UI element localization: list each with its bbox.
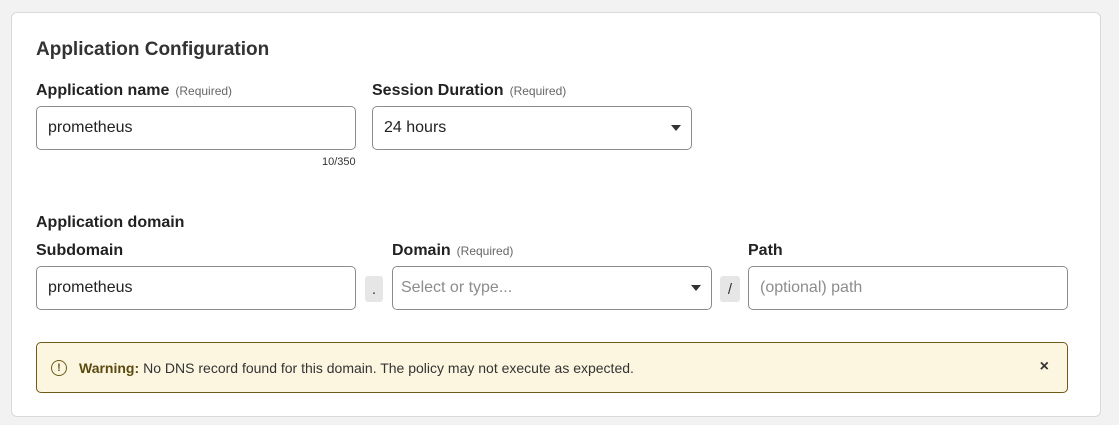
domain-placeholder: Select or type...	[401, 279, 513, 296]
domain-required: (Required)	[456, 244, 514, 258]
session-duration-select[interactable]: 24 hours	[372, 106, 692, 150]
subdomain-input[interactable]: prometheus	[36, 266, 356, 310]
dot-separator: .	[365, 276, 383, 302]
warning-message: No DNS record found for this domain. The…	[143, 359, 634, 376]
app-name-label-text: Application name	[36, 82, 170, 99]
close-icon[interactable]: ×	[1040, 358, 1049, 376]
path-label: Path	[748, 242, 783, 259]
section-title: Application Configuration	[36, 39, 270, 60]
domain-select[interactable]: Select or type...	[392, 266, 712, 310]
domain-label-text: Domain	[392, 242, 451, 259]
slash-separator: /	[720, 276, 740, 302]
application-configuration-card: Application Configuration Application na…	[11, 12, 1101, 417]
session-duration-label: Session Duration (Required)	[372, 82, 566, 100]
session-duration-required: (Required)	[509, 84, 567, 98]
dns-warning-banner: ! Warning: No DNS record found for this …	[36, 342, 1068, 393]
domain-label: Domain (Required)	[392, 242, 513, 260]
path-input[interactable]: (optional) path	[748, 266, 1068, 310]
warning-title: Warning:	[79, 359, 140, 376]
subdomain-value: prometheus	[48, 279, 133, 296]
chevron-down-icon	[691, 285, 701, 291]
app-name-required: (Required)	[175, 84, 233, 98]
subdomain-label: Subdomain	[36, 242, 124, 259]
app-name-label: Application name (Required)	[36, 82, 232, 100]
warning-icon: !	[51, 359, 67, 376]
chevron-down-icon	[671, 125, 681, 131]
application-domain-label: Application domain	[36, 214, 185, 231]
session-duration-value: 24 hours	[384, 119, 447, 136]
app-name-value: prometheus	[48, 119, 133, 136]
session-duration-label-text: Session Duration	[372, 82, 504, 99]
path-placeholder: (optional) path	[760, 279, 863, 296]
char-counter: 10/350	[322, 156, 356, 168]
app-name-input[interactable]: prometheus	[36, 106, 356, 150]
